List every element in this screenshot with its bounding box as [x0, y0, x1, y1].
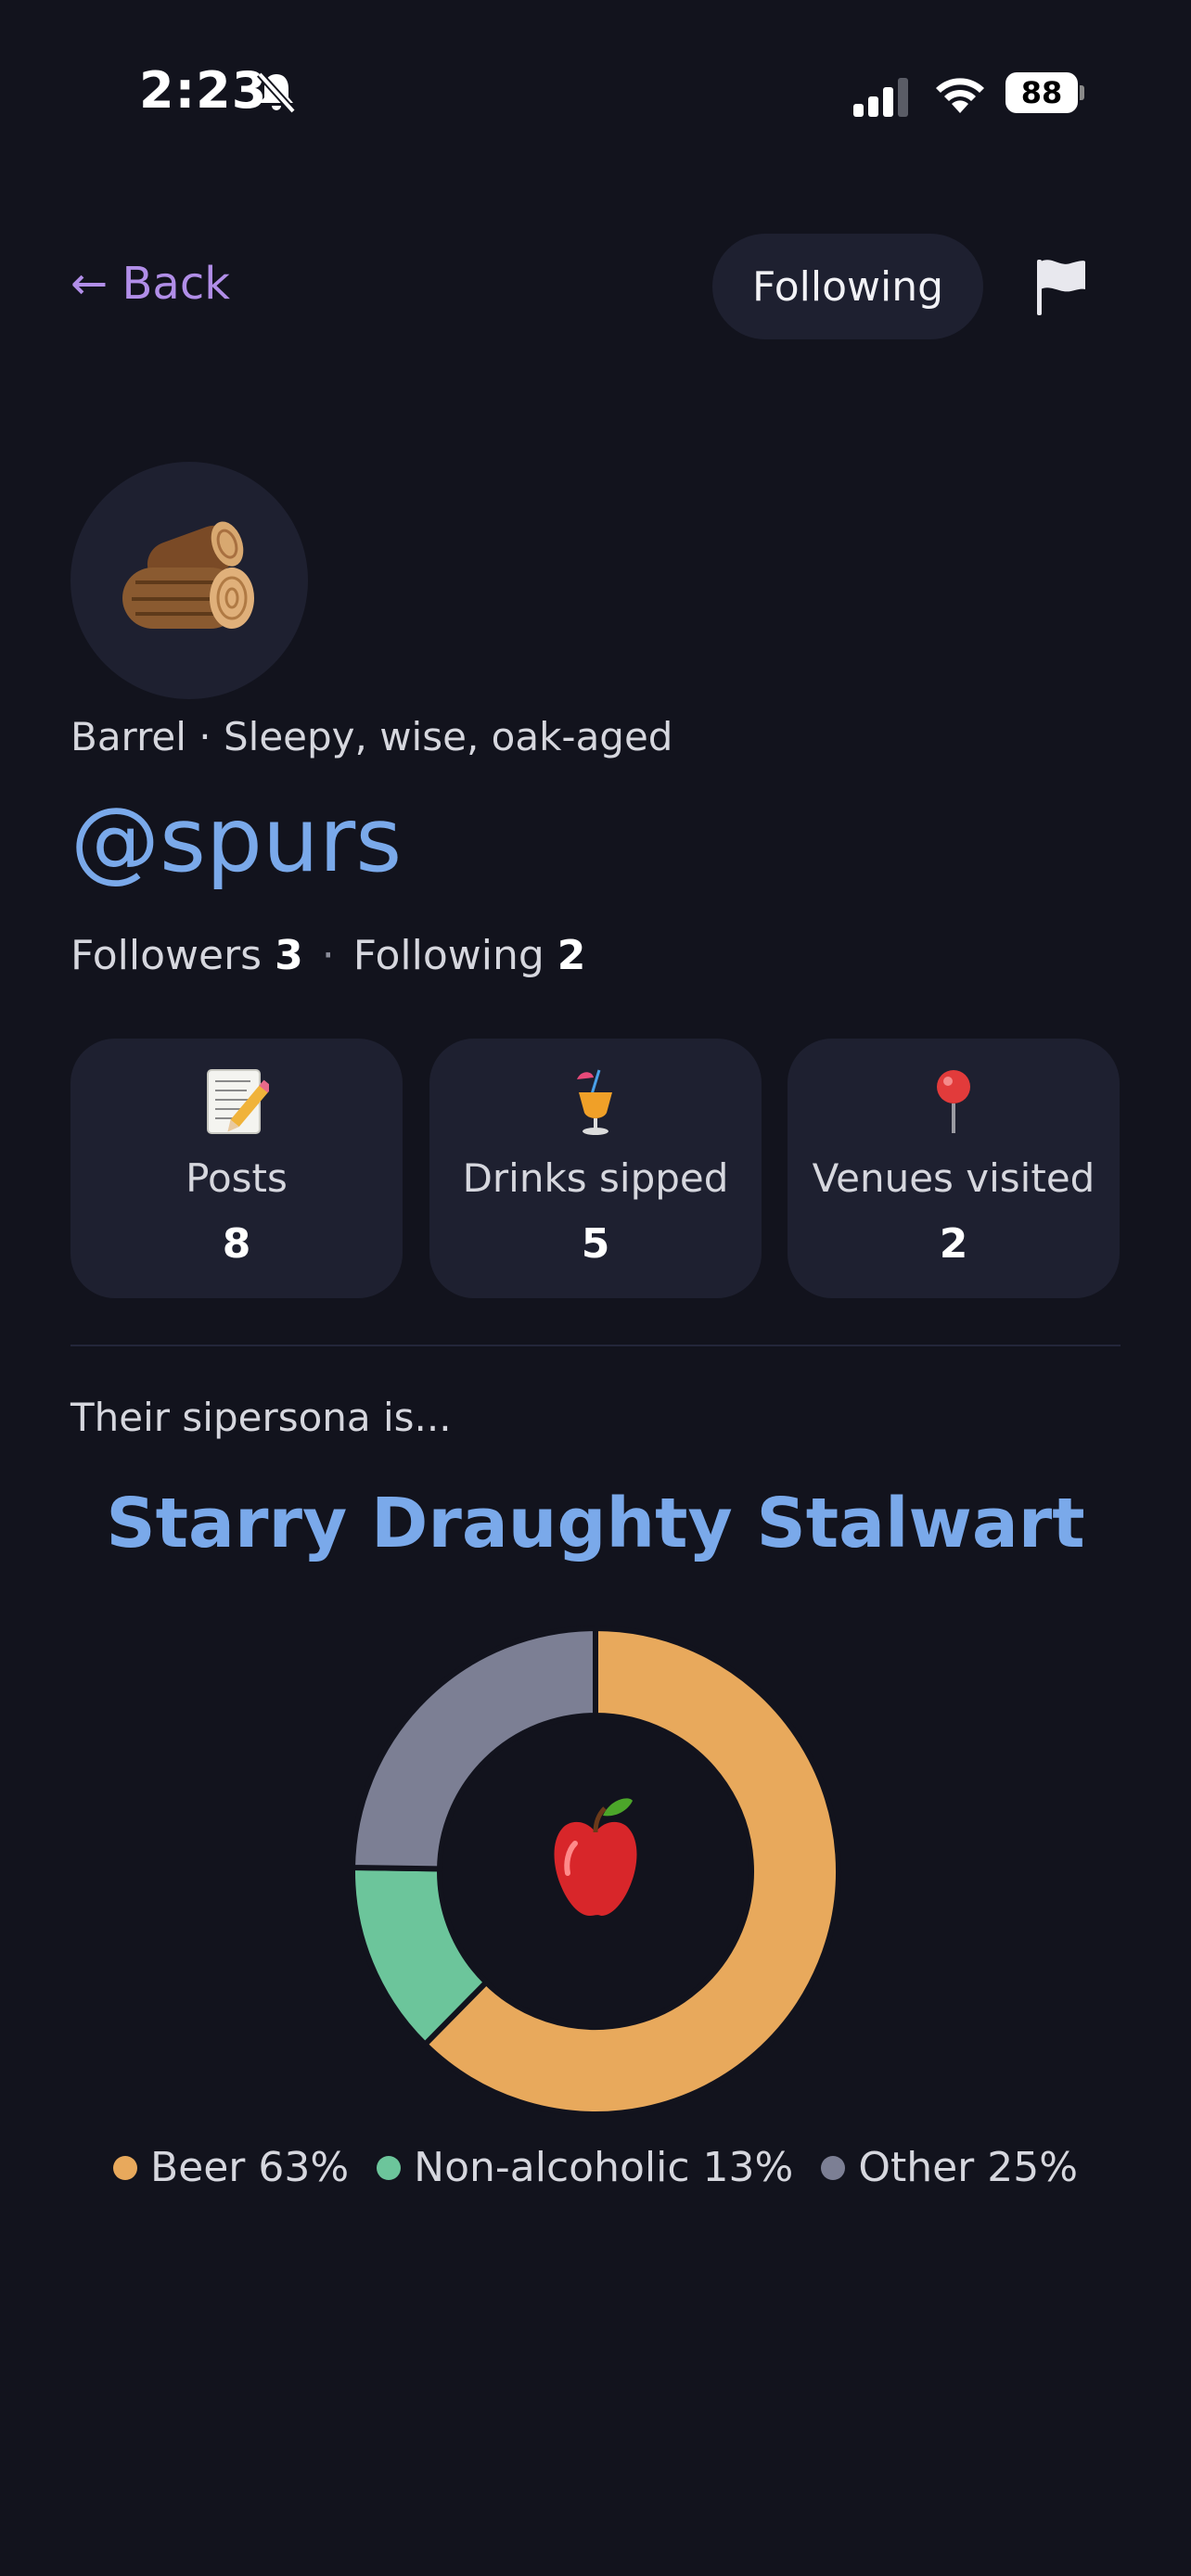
avatar: [70, 462, 308, 699]
battery-level: 88: [1020, 75, 1063, 110]
back-button[interactable]: ← Back: [70, 258, 230, 310]
following-label: Following: [352, 932, 544, 979]
apple-icon: [554, 1798, 637, 1916]
legend-swatch: [821, 2155, 846, 2180]
sipersona-intro: Their sipersona is...: [70, 1395, 452, 1440]
separator-dot: ·: [321, 932, 335, 979]
stat-card-posts[interactable]: Posts 8: [70, 1039, 403, 1298]
bell-slash-icon: [252, 69, 301, 117]
stat-value: 2: [939, 1220, 968, 1268]
legend-label: Other 25%: [858, 2144, 1079, 2191]
memo-icon: [70, 1066, 403, 1137]
chart-legend: Beer 63% Non-alcoholic 13% Other 25%: [0, 2144, 1191, 2191]
legend-item: Non-alcoholic 13%: [377, 2144, 793, 2191]
profile-handle: @spurs: [70, 788, 403, 892]
persona-description: Barrel · Sleepy, wise, oak-aged: [70, 714, 673, 759]
stat-label: Posts: [186, 1155, 288, 1201]
legend-label: Non-alcoholic 13%: [414, 2144, 794, 2191]
stat-label: Drinks sipped: [462, 1155, 729, 1201]
stat-value: 8: [222, 1220, 251, 1268]
battery-icon: 88: [1005, 72, 1085, 115]
divider: [70, 1345, 1121, 1346]
legend-label: Beer 63%: [149, 2144, 350, 2191]
followers-link[interactable]: Followers 3: [70, 932, 303, 979]
stat-label: Venues visited: [812, 1155, 1095, 1201]
following-count: 2: [557, 932, 586, 979]
cellular-signal-icon: [853, 76, 913, 117]
stat-value: 5: [581, 1220, 610, 1268]
status-time: 2:23: [139, 61, 268, 120]
following-toggle-button[interactable]: Following: [712, 234, 983, 339]
wood-log-icon: [122, 521, 254, 629]
wifi-icon: [933, 72, 987, 115]
tropical-drink-icon: [429, 1066, 762, 1137]
following-link[interactable]: Following 2: [353, 932, 586, 979]
follow-stats: Followers 3 · Following 2: [70, 932, 585, 979]
followers-label: Followers: [70, 932, 263, 979]
donut-slice-other: [349, 1625, 598, 1872]
legend-swatch: [112, 2155, 137, 2180]
drink-mix-donut-chart: [349, 1625, 842, 2118]
legend-swatch: [377, 2155, 402, 2180]
pushpin-icon: [788, 1066, 1120, 1137]
sipersona-title: Starry Draughty Stalwart: [106, 1484, 1085, 1563]
stat-card-venues[interactable]: Venues visited 2: [788, 1039, 1120, 1298]
followers-count: 3: [275, 932, 303, 979]
report-flag-icon[interactable]: [1031, 256, 1091, 317]
legend-item: Other 25%: [821, 2144, 1078, 2191]
stat-card-drinks[interactable]: Drinks sipped 5: [429, 1039, 762, 1298]
legend-item: Beer 63%: [112, 2144, 350, 2191]
